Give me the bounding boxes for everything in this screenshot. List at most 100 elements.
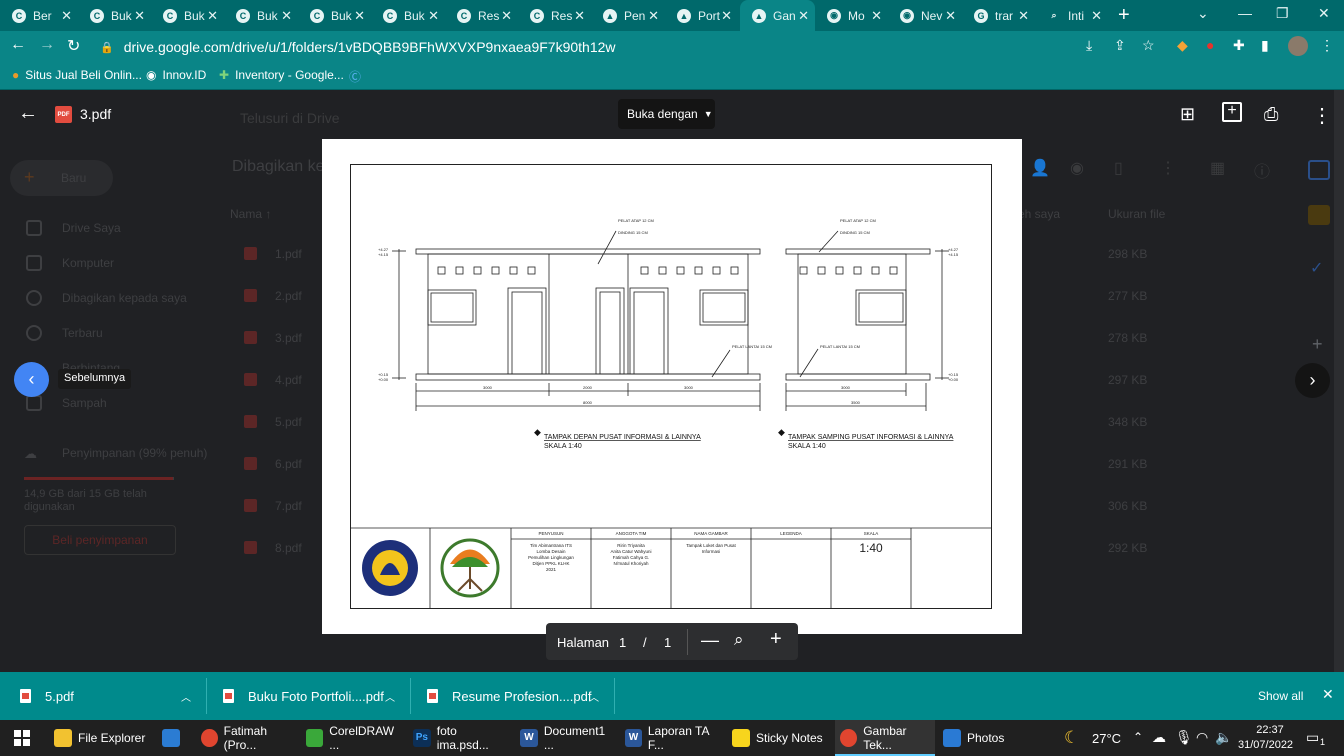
install-app-icon[interactable]: ⤓ <box>1086 37 1092 54</box>
zoom-out-icon[interactable]: — <box>701 630 719 651</box>
taskbar-chrome-profile[interactable]: Fatimah (Pro... <box>201 720 297 756</box>
close-tab-icon[interactable]: ✕ <box>648 8 659 24</box>
column-owner-header[interactable]: eh saya <box>1018 207 1060 221</box>
preview-eye-icon[interactable]: ◉ <box>1070 158 1084 178</box>
close-tab-icon[interactable]: ✕ <box>574 8 585 24</box>
clock-time[interactable]: 22:37 <box>1248 724 1292 736</box>
grid-view-icon[interactable]: ▦ <box>1210 158 1225 178</box>
column-size-header[interactable]: Ukuran file <box>1108 207 1165 221</box>
taskbar-photos[interactable]: Photos <box>943 720 1023 756</box>
add-to-drive-folder-icon[interactable]: ⊞ <box>1180 104 1195 125</box>
extensions-puzzle-icon[interactable]: ✚ <box>1233 37 1245 54</box>
browser-tab[interactable]: ⌕ Inti ✕ <box>1035 0 1108 31</box>
onedrive-cloud-icon[interactable]: ☁ <box>1152 729 1166 746</box>
download-item[interactable]: Buku Foto Portfoli....pdf ︿ <box>223 672 403 720</box>
close-tab-icon[interactable]: ✕ <box>721 8 732 24</box>
storage-label[interactable]: Penyimpanan (99% penuh) <box>62 446 207 460</box>
browser-tab[interactable]: C Buk ✕ <box>151 0 224 31</box>
chevron-up-icon[interactable]: ︿ <box>385 689 395 704</box>
bookmark-item[interactable]: ● Situs Jual Beli Onlin... <box>12 68 142 82</box>
close-tab-icon[interactable]: ✕ <box>61 8 72 24</box>
browser-tab[interactable]: ◉ Mo ✕ <box>815 0 888 31</box>
weather-temperature[interactable]: 27°C <box>1092 731 1121 746</box>
print-icon[interactable]: ⎙ <box>1264 104 1278 125</box>
browser-tab[interactable]: C Buk ✕ <box>298 0 371 31</box>
volume-icon[interactable]: 🔈 <box>1215 729 1232 746</box>
taskbar-file-explorer[interactable]: File Explorer <box>54 720 154 756</box>
scrollbar[interactable] <box>1334 90 1344 672</box>
keep-icon[interactable] <box>1308 205 1330 225</box>
close-tab-icon[interactable]: ✕ <box>281 8 292 24</box>
previous-file-button[interactable]: ‹ <box>14 362 49 397</box>
close-tab-icon[interactable]: ✕ <box>428 8 439 24</box>
chevron-up-icon[interactable]: ︿ <box>589 689 599 704</box>
info-icon[interactable]: ⓘ <box>1254 158 1270 182</box>
browser-tab[interactable]: Gtrar ✕ <box>962 0 1035 31</box>
maximize-icon[interactable]: ❐ <box>1276 5 1289 22</box>
browser-tab[interactable]: C Buk ✕ <box>78 0 151 31</box>
extension-fox-icon[interactable]: ◆ <box>1177 37 1188 54</box>
reload-icon[interactable]: ↻ <box>67 36 80 56</box>
close-window-icon[interactable]: ✕ <box>1318 5 1330 22</box>
taskbar-coreldraw[interactable]: CorelDRAW ... <box>306 720 404 756</box>
close-tab-icon[interactable]: ✕ <box>134 8 145 24</box>
add-addon-icon[interactable]: + <box>1312 334 1323 355</box>
close-tab-icon[interactable]: ✕ <box>207 8 218 24</box>
chevron-up-icon[interactable]: ⌃ <box>1133 730 1143 744</box>
taskbar-chrome-active[interactable]: Gambar Tek... <box>835 720 935 756</box>
close-tab-icon[interactable]: ✕ <box>945 8 956 24</box>
download-item[interactable]: Resume Profesion....pdf ︿ <box>427 672 607 720</box>
close-downloads-icon[interactable]: ✕ <box>1322 686 1334 703</box>
delete-icon[interactable]: ▯ <box>1114 158 1123 178</box>
column-name-header[interactable]: Nama ↑ <box>230 207 271 221</box>
close-viewer-back-icon[interactable]: ← <box>18 102 38 125</box>
zoom-magnifier-icon[interactable]: ⌕ <box>734 630 744 650</box>
sidebar-item-recent[interactable]: Terbaru <box>62 326 103 340</box>
taskbar-photoshop[interactable]: Ps foto ima.psd... <box>413 720 511 756</box>
more-actions-icon[interactable]: ⋮ <box>1160 158 1176 178</box>
browser-tab-active[interactable]: ▲ Gan ✕ <box>740 0 815 31</box>
browser-tab[interactable]: C Buk ✕ <box>371 0 445 31</box>
browser-tab[interactable]: C Res ✕ <box>518 0 591 31</box>
taskbar-sticky-notes[interactable]: Sticky Notes <box>732 720 830 756</box>
zoom-in-icon[interactable]: + <box>770 628 782 651</box>
taskbar-word-laporan[interactable]: W Laporan TA F... <box>625 720 723 756</box>
sidebar-item-shared[interactable]: Dibagikan kepada saya <box>62 291 187 305</box>
back-icon[interactable]: ← <box>10 36 26 54</box>
sidebar-item-computers[interactable]: Komputer <box>62 256 114 270</box>
browser-tab[interactable]: ▲ Pen ✕ <box>591 0 665 31</box>
extension-record-icon[interactable]: ● <box>1206 37 1214 53</box>
browser-tab[interactable]: C Res ✕ <box>445 0 518 31</box>
close-tab-icon[interactable]: ✕ <box>1091 8 1102 24</box>
weather-moon-icon[interactable]: ☾ <box>1064 728 1079 748</box>
browser-tab[interactable]: ◉ Nev ✕ <box>888 0 962 31</box>
browser-tab[interactable]: C Buk ✕ <box>224 0 298 31</box>
bookmark-item[interactable]: Ⓒ <box>349 68 367 85</box>
notification-icon[interactable]: ▭ <box>1306 729 1319 746</box>
sidebar-item-trash[interactable]: Sampah <box>62 396 107 410</box>
new-tab-icon[interactable]: + <box>1118 4 1130 27</box>
wifi-icon[interactable]: ◠ <box>1196 729 1208 746</box>
browser-tab[interactable]: C Ber ✕ <box>0 0 78 31</box>
sidebar-item-my-drive[interactable]: Drive Saya <box>62 221 121 235</box>
close-tab-icon[interactable]: ✕ <box>501 8 512 24</box>
minimize-icon[interactable]: — <box>1238 5 1252 21</box>
tasks-icon[interactable]: ✓ <box>1310 258 1323 278</box>
profile-avatar[interactable] <box>1288 36 1308 56</box>
tab-search-chevron-icon[interactable]: ⌄ <box>1197 5 1209 22</box>
side-panel-icon[interactable]: ▮ <box>1261 37 1269 54</box>
show-all-button[interactable]: Show all <box>1258 689 1303 703</box>
close-tab-icon[interactable]: ✕ <box>1018 8 1029 24</box>
taskbar-word-document1[interactable]: W Document1 ... <box>520 720 618 756</box>
start-windows-icon[interactable] <box>14 730 30 746</box>
bookmark-item[interactable]: ◉ Innov.ID <box>146 68 206 82</box>
add-comment-icon[interactable]: + <box>1222 102 1242 122</box>
close-tab-icon[interactable]: ✕ <box>798 8 809 24</box>
menu-dots-icon[interactable]: ⋮ <box>1320 37 1334 54</box>
address-bar[interactable]: 🔒 drive.google.com/drive/u/1/folders/1vB… <box>92 34 1172 60</box>
download-item[interactable]: 5.pdf ︿ <box>20 672 200 720</box>
microphone-icon[interactable]: 🎙 <box>1175 729 1193 746</box>
page-current-input[interactable]: 1 <box>619 635 626 650</box>
share-icon[interactable]: ⇪ <box>1114 37 1126 54</box>
bookmark-star-icon[interactable]: ☆ <box>1142 37 1155 54</box>
